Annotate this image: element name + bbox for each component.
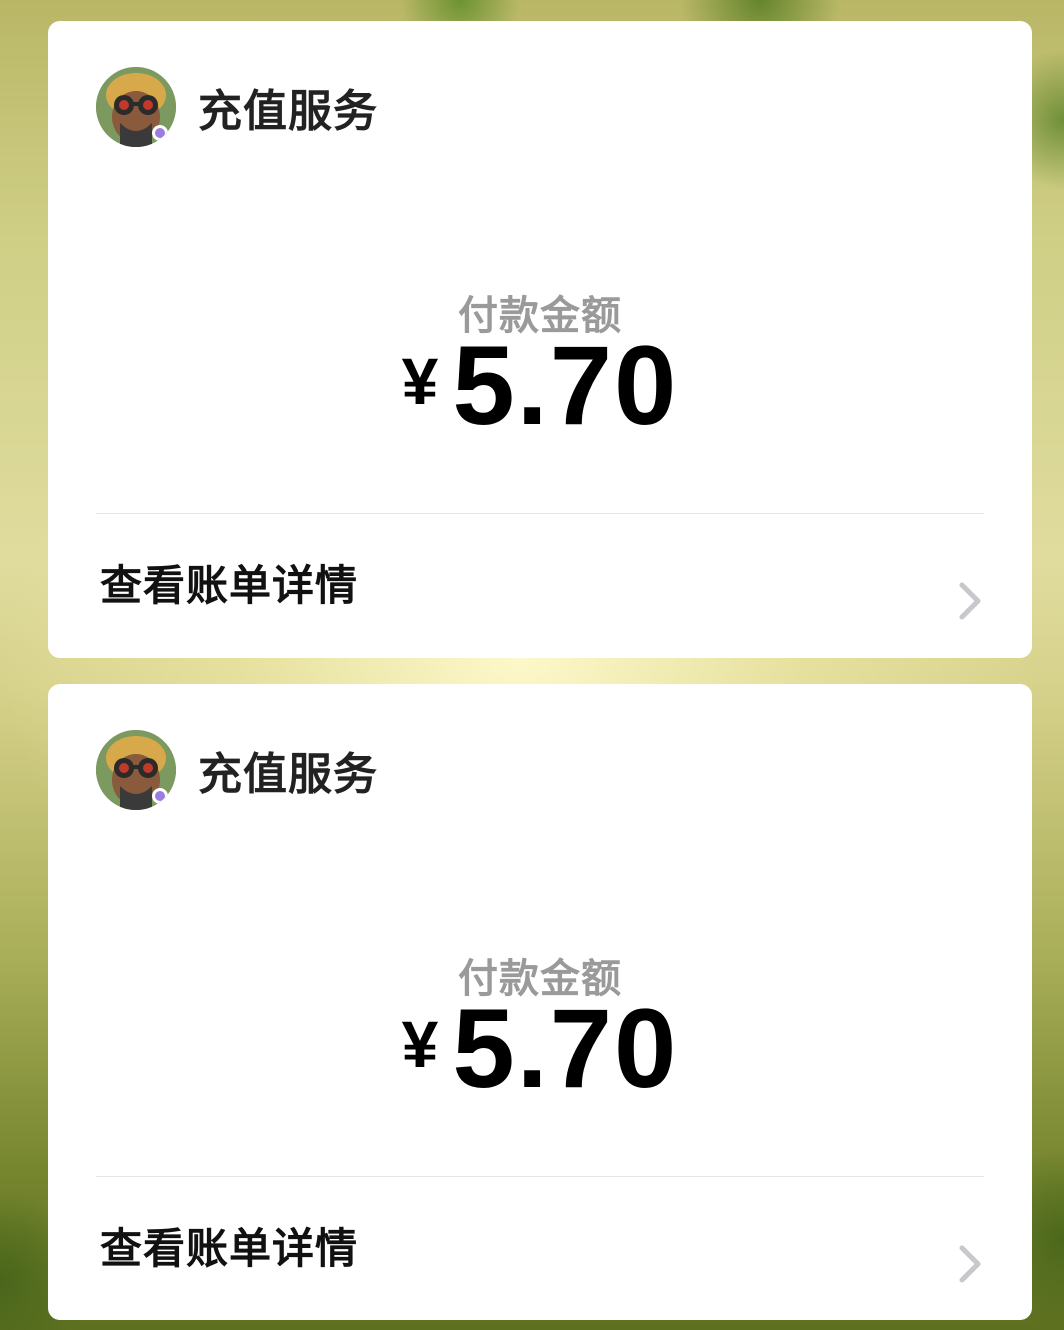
payment-amount: ¥ 5.70 [48, 323, 1032, 448]
merchant-name: 充值服务 [198, 749, 378, 800]
view-bill-details-label: 查看账单详情 [100, 561, 359, 610]
chevron-right-icon [959, 1245, 981, 1283]
payment-amount: ¥ 5.70 [48, 986, 1032, 1111]
payment-card: 充值服务 付款金额 ¥ 5.70 查看账单详情 [48, 684, 1032, 1320]
merchant-name: 充值服务 [198, 86, 378, 137]
merchant-header: 充值服务 [96, 730, 378, 810]
currency-symbol: ¥ [401, 344, 439, 418]
merchant-avatar [96, 67, 176, 147]
merchant-header: 充值服务 [96, 67, 378, 147]
amount-value: 5.70 [452, 323, 679, 448]
view-bill-details-label: 查看账单详情 [100, 1224, 359, 1273]
amount-value: 5.70 [452, 986, 679, 1111]
chevron-right-icon [959, 582, 981, 620]
view-bill-details-button[interactable]: 查看账单详情 [48, 1177, 1032, 1320]
payment-card: 充值服务 付款金额 ¥ 5.70 查看账单详情 [48, 21, 1032, 658]
view-bill-details-button[interactable]: 查看账单详情 [48, 514, 1032, 657]
currency-symbol: ¥ [401, 1007, 439, 1081]
merchant-avatar [96, 730, 176, 810]
